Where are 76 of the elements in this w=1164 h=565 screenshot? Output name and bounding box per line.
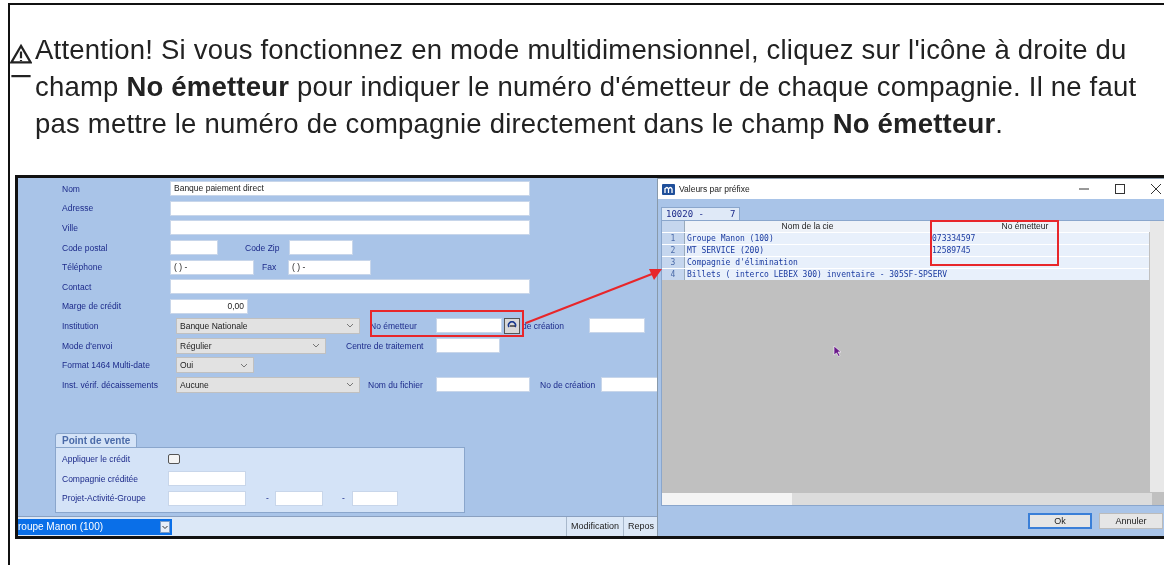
maximize-icon[interactable] (1115, 184, 1125, 194)
panel-tab[interactable]: Point de vente (55, 432, 138, 447)
input-field[interactable] (170, 220, 530, 236)
row-number: 2 (662, 245, 685, 256)
input-field[interactable] (436, 338, 500, 354)
field-label: - (266, 493, 270, 504)
dropdown[interactable]: Banque Nationale (176, 317, 360, 334)
amount-field[interactable]: 0,00 (170, 298, 248, 314)
input-field[interactable] (168, 471, 246, 487)
input-field[interactable] (275, 490, 323, 506)
row-number: 1 (662, 233, 685, 244)
field-label: Code postal (62, 242, 109, 253)
close-icon[interactable] (1151, 184, 1161, 194)
lookup-button[interactable] (504, 317, 520, 334)
field-label: Fax (262, 262, 278, 273)
table-cell-text: Billets ( interco LEBEX 300) inventaire - 305SF-SPSERV (686, 269, 948, 280)
input-field[interactable] (170, 279, 530, 295)
table-cell-text: Compagnie d'élimination (686, 257, 799, 268)
chevron-icon (346, 323, 354, 329)
table-cell-text: 073334597 (931, 233, 977, 244)
dropdown[interactable]: Oui (176, 357, 254, 374)
column-header[interactable]: Nom de la cie (685, 221, 930, 232)
field-label: Inst. vérif. décaissements (62, 379, 159, 390)
field-label: Adresse (62, 203, 95, 214)
app-icon (662, 183, 675, 195)
input-field[interactable] (170, 200, 530, 216)
input-field[interactable] (170, 240, 218, 256)
table-cell-text: MT SERVICE (200) (686, 245, 766, 256)
row-number: 4 (662, 269, 685, 280)
input-field[interactable] (436, 318, 502, 334)
field-label: Institution (62, 320, 100, 331)
dialog-button[interactable]: Ok (1028, 513, 1092, 529)
chevron-icon (312, 343, 320, 349)
input-field[interactable]: ( ) - (288, 259, 371, 275)
window-title: Valeurs par préfixe (679, 184, 750, 194)
scrollbar[interactable] (662, 493, 1152, 505)
input-field[interactable] (436, 377, 530, 393)
input-field[interactable]: Banque paiement direct (170, 181, 530, 197)
field-label: Format 1464 Multi-date (62, 360, 151, 371)
status-section: Modification (565, 517, 623, 536)
chevron-icon (346, 382, 354, 388)
input-field[interactable] (589, 318, 645, 334)
table-cell-text: Groupe Manon (100) (686, 233, 775, 244)
dropdown[interactable]: Aucune (176, 376, 360, 393)
input-field[interactable] (352, 490, 398, 506)
checkbox[interactable] (168, 454, 180, 465)
warning-icon (10, 43, 32, 79)
input-field[interactable] (289, 240, 353, 256)
field-label: Compagnie créditée (62, 473, 140, 484)
table-cell-text: 12589745 (931, 245, 972, 256)
field-label: Centre de traitement (346, 340, 425, 351)
company-dropdown[interactable]: roupe Manon (100) (18, 518, 172, 535)
field-label: Contact (62, 281, 93, 292)
field-label: Appliquer le crédit (62, 454, 132, 465)
field-label: Nom du fichier (368, 379, 424, 390)
field-label: Marge de crédit (62, 301, 123, 312)
mouse-pointer-icon (833, 345, 842, 357)
header-corner (662, 221, 685, 232)
input-field[interactable]: ( ) - (170, 259, 254, 275)
chevron-icon (240, 362, 248, 368)
dropdown[interactable]: Régulier (176, 337, 326, 354)
field-label: Mode d'envoi (62, 340, 114, 351)
field-label: Ville (62, 223, 79, 233)
note-text: Attention! Si vous fonctionnez en mode multidimensionnel, cliquez sur l'icône à droite du champ No émetteur pour indiquer le numéro d'émetteur de chaque compagnie. Il ne faut pas mettre le numéro de compagnie directement dans le champ No émetteur. (35, 33, 1138, 141)
row-number: 3 (662, 257, 685, 268)
field-label: Projet-Activité-Groupe (62, 493, 147, 504)
field-label: Nom (62, 183, 81, 194)
scrollbar[interactable] (1150, 221, 1164, 492)
field-label: Code Zip (245, 242, 281, 253)
field-label: Téléphone (62, 262, 104, 273)
input-field[interactable] (168, 490, 246, 506)
column-header[interactable]: No émetteur (1001, 221, 1079, 232)
field-label: No de création (540, 379, 597, 390)
tab[interactable]: 10020 - 7 (661, 207, 741, 220)
dialog-button[interactable]: Annuler (1099, 513, 1163, 529)
field-label: - (342, 493, 346, 504)
